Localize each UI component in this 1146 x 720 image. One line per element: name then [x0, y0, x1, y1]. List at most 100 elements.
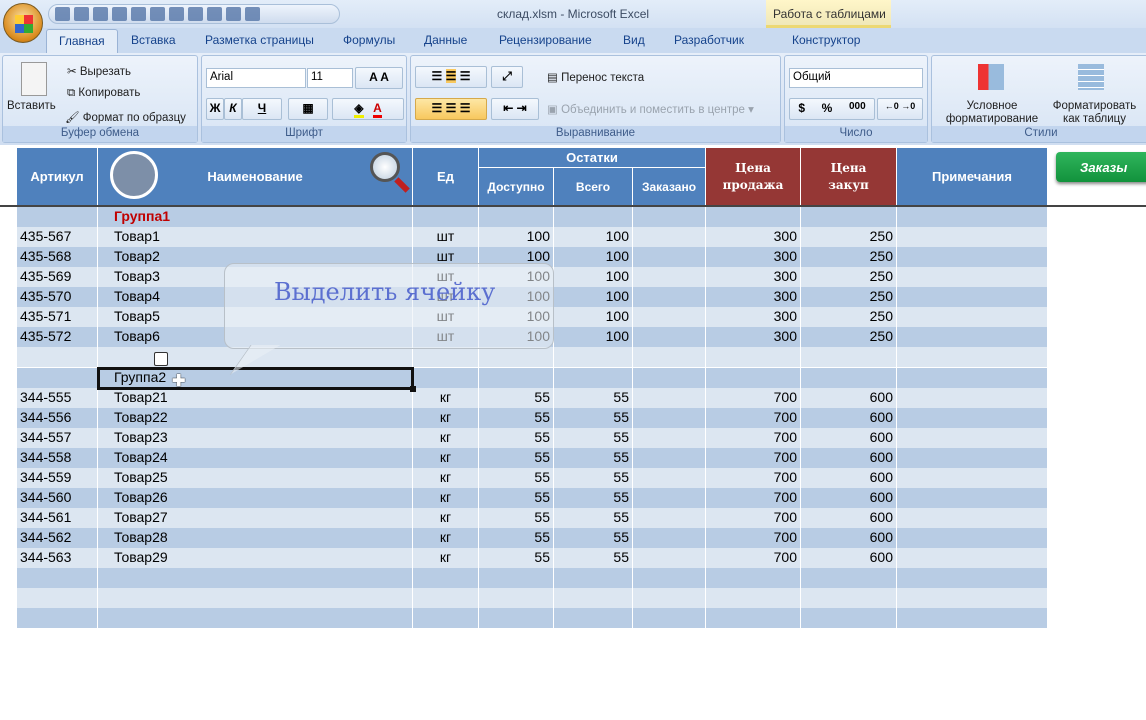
font-size-select[interactable]: 11	[307, 68, 353, 88]
bold-button[interactable]: Ж	[206, 98, 224, 120]
header-name[interactable]: Наименование	[98, 148, 413, 205]
cell-notes[interactable]	[897, 488, 1048, 508]
cell-total[interactable]: 55	[554, 448, 633, 468]
cell-unit[interactable]: кг	[413, 488, 479, 508]
cell-avail[interactable]	[479, 568, 554, 588]
cell-avail[interactable]: 100	[479, 227, 554, 247]
header-unit[interactable]: Ед	[413, 148, 479, 205]
cell-sell[interactable]: 700	[706, 468, 801, 488]
cell-art[interactable]: 344-562	[17, 528, 98, 548]
cell-avail[interactable]: 55	[479, 508, 554, 528]
cell-art[interactable]	[17, 568, 98, 588]
header-stock[interactable]: Остатки	[479, 148, 706, 168]
percent-button[interactable]: %	[822, 101, 833, 119]
cell-unit[interactable]: кг	[413, 468, 479, 488]
cell-avail[interactable]	[479, 608, 554, 628]
cell-name[interactable]	[98, 568, 413, 588]
cell-unit[interactable]	[413, 347, 479, 367]
cell-ordered[interactable]	[633, 588, 706, 608]
cell-avail[interactable]: 55	[479, 448, 554, 468]
cell-buy[interactable]: 600	[801, 548, 897, 568]
cell-name[interactable]: Товар25	[98, 468, 413, 488]
cell-buy[interactable]	[801, 568, 897, 588]
header-buy-price[interactable]: Цена закуп	[801, 148, 897, 205]
cell-total[interactable]	[554, 608, 633, 628]
cell-total[interactable]: 55	[554, 408, 633, 428]
cell-sell[interactable]: 300	[706, 227, 801, 247]
cell-sell[interactable]: 700	[706, 528, 801, 548]
decimal-buttons[interactable]: ←0 →0	[877, 98, 923, 120]
copy-button[interactable]: ⧉ Копировать	[67, 87, 140, 100]
cell-art[interactable]	[17, 207, 98, 227]
cell-buy[interactable]: 250	[801, 327, 897, 347]
cell-ordered[interactable]	[633, 388, 706, 408]
cell-avail[interactable]	[479, 588, 554, 608]
cell-ordered[interactable]	[633, 428, 706, 448]
cell-total[interactable]: 55	[554, 468, 633, 488]
cell-avail[interactable]: 55	[479, 488, 554, 508]
cell-notes[interactable]	[897, 508, 1048, 528]
cell-name[interactable]: Товар22	[98, 408, 413, 428]
clipboard-icon[interactable]	[110, 151, 158, 199]
cell-art[interactable]: 435-568	[17, 247, 98, 267]
indent-buttons[interactable]: ⇤ ⇥	[491, 98, 539, 120]
cell-name[interactable]: Товар24	[98, 448, 413, 468]
cell-name[interactable]	[98, 588, 413, 608]
cell-ordered[interactable]	[633, 548, 706, 568]
cell-notes[interactable]	[897, 408, 1048, 428]
cell-notes[interactable]	[897, 528, 1048, 548]
cell-sell[interactable]	[706, 207, 801, 227]
cell-unit[interactable]	[413, 368, 479, 388]
cell-total[interactable]: 55	[554, 428, 633, 448]
tab-review[interactable]: Рецензирование	[499, 33, 592, 47]
cell-total[interactable]: 55	[554, 488, 633, 508]
cell-ordered[interactable]	[633, 408, 706, 428]
cell-name[interactable]: Товар1	[98, 227, 413, 247]
orientation-button[interactable]: ⤢	[491, 66, 523, 88]
cell-ordered[interactable]	[633, 207, 706, 227]
cell-sell[interactable]: 700	[706, 488, 801, 508]
cell-sell[interactable]	[706, 608, 801, 628]
cell-art[interactable]: 344-557	[17, 428, 98, 448]
cell-ordered[interactable]	[633, 307, 706, 327]
cell-ordered[interactable]	[633, 287, 706, 307]
cell-ordered[interactable]	[633, 227, 706, 247]
cell-buy[interactable]: 250	[801, 227, 897, 247]
cell-ordered[interactable]	[633, 368, 706, 388]
cell-name[interactable]: Товар23	[98, 428, 413, 448]
tab-data[interactable]: Данные	[424, 33, 467, 47]
borders-button[interactable]: ▦	[288, 98, 328, 120]
cell-name[interactable]: Товар28	[98, 528, 413, 548]
tab-page-layout[interactable]: Разметка страницы	[205, 33, 314, 47]
cell-notes[interactable]	[897, 388, 1048, 408]
cell-avail[interactable]	[479, 368, 554, 388]
cell-sell[interactable]: 300	[706, 247, 801, 267]
thousands-button[interactable]: 000	[849, 101, 866, 119]
cell-unit[interactable]	[413, 588, 479, 608]
header-article[interactable]: Артикул	[17, 148, 98, 205]
cell-art[interactable]: 344-558	[17, 448, 98, 468]
cut-button[interactable]: ✂ Вырезать	[67, 64, 131, 78]
cell-notes[interactable]	[897, 448, 1048, 468]
cell-buy[interactable]	[801, 368, 897, 388]
cell-ordered[interactable]	[633, 327, 706, 347]
cell-art[interactable]: 344-559	[17, 468, 98, 488]
cell-buy[interactable]	[801, 347, 897, 367]
cell-ordered[interactable]	[633, 247, 706, 267]
cell-buy[interactable]: 600	[801, 388, 897, 408]
cell-avail[interactable]	[479, 207, 554, 227]
cell-buy[interactable]	[801, 207, 897, 227]
cell-ordered[interactable]	[633, 508, 706, 528]
cell-buy[interactable]	[801, 608, 897, 628]
orders-button[interactable]: Заказы	[1056, 152, 1146, 182]
cell-sell[interactable]	[706, 368, 801, 388]
cell-name[interactable]: Группа1	[98, 207, 413, 227]
cell-total[interactable]: 55	[554, 508, 633, 528]
cell-total[interactable]: 100	[554, 327, 633, 347]
cell-unit[interactable]: кг	[413, 548, 479, 568]
cell-ordered[interactable]	[633, 528, 706, 548]
cell-unit[interactable]: кг	[413, 448, 479, 468]
number-format-select[interactable]: Общий	[789, 68, 923, 88]
font-name-select[interactable]: Arial	[206, 68, 306, 88]
cell-sell[interactable]: 700	[706, 408, 801, 428]
